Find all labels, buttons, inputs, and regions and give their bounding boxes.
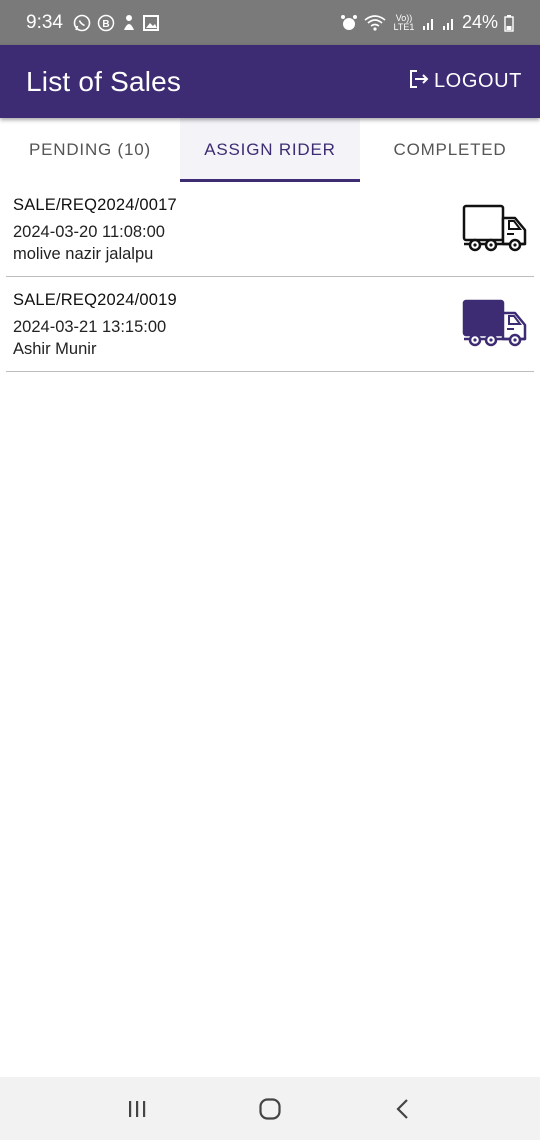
back-icon[interactable] [373, 1089, 433, 1129]
tab-completed[interactable]: COMPLETED [360, 118, 540, 182]
notification-icon [121, 14, 137, 32]
svg-text:B: B [102, 19, 109, 30]
logout-label: LOGOUT [433, 70, 522, 92]
sale-number: SALE/REQ2024/0019 [13, 291, 177, 309]
system-nav-bar [0, 1077, 540, 1140]
sale-number: SALE/REQ2024/0017 [13, 196, 177, 214]
wifi-icon [364, 14, 386, 32]
signal-icon [442, 15, 456, 31]
tab-bar: PENDING (10) ASSIGN RIDER COMPLETED [0, 118, 540, 182]
alarm-icon [340, 14, 358, 32]
logout-button[interactable]: LOGOUT [408, 68, 522, 96]
recent-apps-icon[interactable] [107, 1089, 167, 1129]
truck-filled-icon[interactable] [462, 299, 528, 347]
sale-datetime: 2024-03-20 11:08:00 [13, 223, 165, 241]
status-time: 9:34 [26, 11, 63, 33]
status-right: Vo)) LTE1 24% [340, 12, 514, 33]
tab-pending[interactable]: PENDING (10) [0, 118, 180, 182]
gallery-icon [142, 14, 159, 31]
home-icon[interactable] [240, 1089, 300, 1129]
list-item[interactable]: SALE/REQ2024/0019 2024-03-21 13:15:00 As… [6, 277, 534, 372]
b-icon: B [97, 14, 115, 32]
truck-outline-icon[interactable] [462, 204, 528, 252]
status-left: 9:34 B [26, 12, 159, 34]
status-bar: 9:34 B Vo)) LTE1 24% [0, 0, 540, 45]
logout-icon [408, 68, 430, 96]
signal-icon [422, 15, 436, 31]
network-label: Vo)) LTE1 [393, 12, 415, 32]
whatsapp-icon [73, 14, 91, 32]
tab-assign-rider[interactable]: ASSIGN RIDER [180, 118, 360, 182]
list-item[interactable]: SALE/REQ2024/0017 2024-03-20 11:08:00 mo… [6, 182, 534, 277]
battery-percent: 24% [461, 12, 498, 32]
battery-icon [504, 14, 514, 32]
sale-customer: molive nazir jalalpu [13, 245, 154, 263]
sale-datetime: 2024-03-21 13:15:00 [13, 318, 167, 336]
sale-customer: Ashir Munir [13, 340, 97, 358]
sales-list: SALE/REQ2024/0017 2024-03-20 11:08:00 mo… [0, 182, 540, 372]
app-bar: List of Sales LOGOUT [0, 45, 540, 118]
page-title: List of Sales [26, 65, 182, 97]
